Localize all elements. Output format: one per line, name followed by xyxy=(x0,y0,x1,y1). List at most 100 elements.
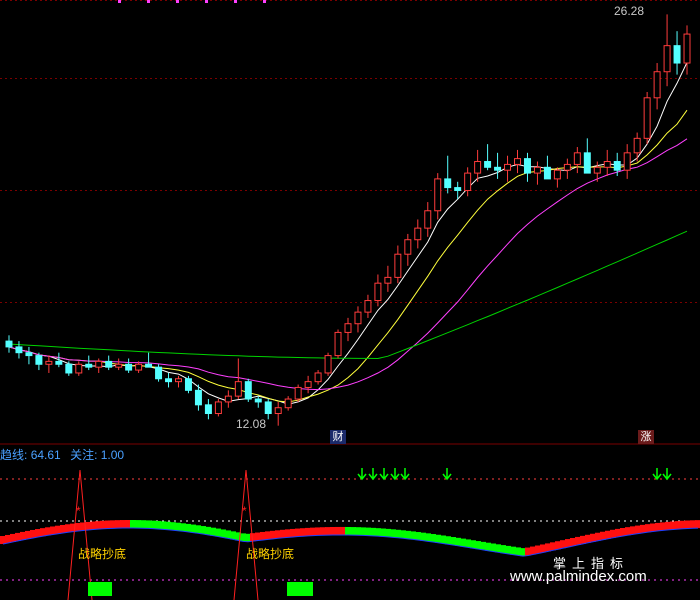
down-arrow-1 xyxy=(368,468,378,481)
candle xyxy=(523,158,531,174)
candle xyxy=(105,360,113,368)
candle xyxy=(414,227,422,241)
candle xyxy=(374,282,382,302)
top-marker xyxy=(263,0,266,3)
candle xyxy=(673,45,681,64)
candle xyxy=(454,187,462,191)
candle xyxy=(175,378,182,383)
candle xyxy=(135,363,143,371)
candle xyxy=(204,404,212,415)
candle xyxy=(35,355,43,365)
candle xyxy=(125,363,133,371)
stock-chart: * * xyxy=(0,0,700,600)
candle xyxy=(15,346,23,354)
candle xyxy=(334,331,342,357)
candle xyxy=(633,137,641,154)
candle xyxy=(623,152,631,171)
candle xyxy=(284,398,292,409)
candle xyxy=(394,253,402,278)
candle xyxy=(514,158,521,165)
indicator-legend: 趋线: 64.61 关注: 1.00 xyxy=(0,446,130,463)
spike-star-1: * xyxy=(242,504,247,518)
candle xyxy=(573,152,581,165)
top-marker xyxy=(118,0,121,3)
candle xyxy=(683,33,691,64)
trend-label: 趋线: xyxy=(0,448,28,462)
candle xyxy=(384,276,392,284)
candle xyxy=(274,407,282,415)
candle xyxy=(85,363,93,368)
candle xyxy=(663,45,671,73)
candle xyxy=(474,161,482,174)
candle xyxy=(653,71,661,99)
signal-label-1: 战略抄底 xyxy=(78,547,127,561)
candle xyxy=(145,363,153,368)
bottom-block-2 xyxy=(287,582,313,596)
candle xyxy=(563,163,571,171)
signal-label-2: 战略抄底 xyxy=(246,547,295,561)
down-arrow-7 xyxy=(662,468,672,481)
candle xyxy=(603,161,611,168)
candle xyxy=(434,178,442,212)
candle xyxy=(75,363,83,374)
candle xyxy=(404,239,412,255)
candle xyxy=(494,166,502,171)
candle xyxy=(25,352,33,357)
candle xyxy=(165,378,173,383)
candle xyxy=(244,381,252,400)
down-arrow-5 xyxy=(442,468,452,481)
candle xyxy=(65,363,73,374)
spike-star-0: * xyxy=(76,504,81,518)
candle xyxy=(464,172,472,191)
candle xyxy=(155,366,163,380)
candle xyxy=(444,178,452,189)
candle xyxy=(354,311,362,325)
candle xyxy=(55,360,63,365)
down-arrow-0 xyxy=(357,468,367,481)
candle xyxy=(264,401,272,415)
candle xyxy=(593,166,601,174)
candle xyxy=(184,378,192,391)
low-price-label: 12.08 xyxy=(236,417,267,431)
candle xyxy=(583,152,591,174)
candle xyxy=(553,169,561,180)
top-marker xyxy=(176,0,179,3)
candle xyxy=(364,300,372,313)
candle xyxy=(224,395,232,403)
candle xyxy=(533,166,541,174)
indicator-block xyxy=(695,520,700,529)
candle xyxy=(294,386,302,400)
candle xyxy=(45,360,53,365)
ma20-line xyxy=(8,138,688,391)
candle xyxy=(254,398,262,403)
candle xyxy=(543,166,551,180)
top-marker xyxy=(147,0,150,3)
trend-value: 64.61 xyxy=(30,448,61,462)
candle xyxy=(484,161,492,168)
candle xyxy=(115,363,123,368)
candle xyxy=(234,381,242,397)
candle xyxy=(344,323,352,333)
down-arrow-3 xyxy=(390,468,400,481)
rise-badge[interactable]: 涨 xyxy=(638,430,654,444)
candle xyxy=(304,381,312,388)
down-arrow-6 xyxy=(652,468,662,481)
candle xyxy=(95,360,103,368)
candle xyxy=(214,401,222,415)
down-arrow-4 xyxy=(400,468,410,481)
candle xyxy=(314,372,322,383)
candle xyxy=(424,210,432,229)
high-price-label: 26.28 xyxy=(614,4,645,18)
candle xyxy=(504,163,512,171)
down-arrow-2 xyxy=(379,468,389,481)
finance-badge[interactable]: 财 xyxy=(330,430,346,444)
candle xyxy=(643,97,651,139)
candle xyxy=(324,355,332,374)
focus-value: 1.00 xyxy=(100,448,125,462)
top-marker xyxy=(205,0,208,3)
candle xyxy=(613,161,621,171)
candle xyxy=(5,340,13,348)
watermark-url: www.palmindex.com xyxy=(510,568,647,585)
bottom-block-1 xyxy=(88,582,112,596)
focus-label: 关注: xyxy=(70,448,98,462)
